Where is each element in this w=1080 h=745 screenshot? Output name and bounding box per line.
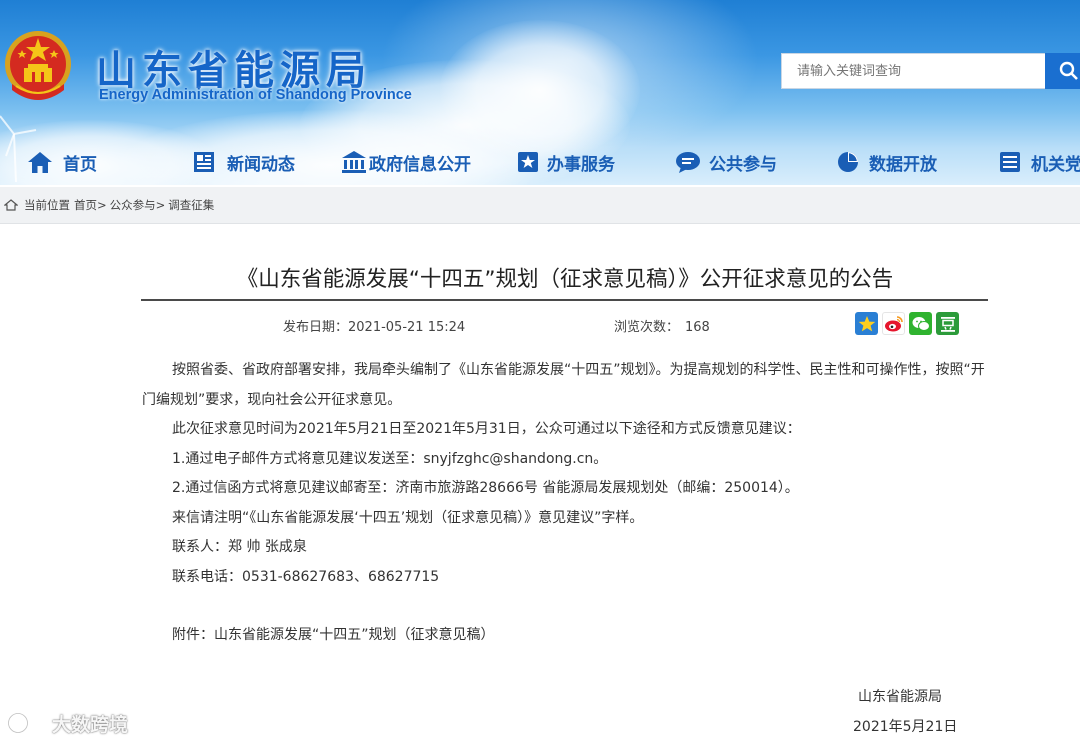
- government-building-icon: [341, 149, 367, 175]
- nav-item-services[interactable]: 办事服务: [515, 148, 615, 176]
- site-subtitle: Energy Administration of Shandong Provin…: [99, 87, 412, 103]
- nav-item-open-data[interactable]: 数据开放: [835, 148, 937, 176]
- breadcrumb-item-survey[interactable]: 调查征集: [168, 197, 214, 213]
- nav-label: 政府信息公开: [369, 154, 471, 175]
- breadcrumb-separator: >: [155, 198, 166, 212]
- article-body: 按照省委、省政府部署安排，我局牵头编制了《山东省能源发展“十四五”规划》。为提高…: [142, 356, 994, 651]
- home-small-icon: [4, 199, 18, 211]
- article-paragraph: 2.通过信函方式将意见建议邮寄至：济南市旅游路28666号 省能源局发展规划处（…: [172, 480, 799, 496]
- watermark: 大数跨境: [8, 708, 128, 738]
- article-paragraph: 1.通过电子邮件方式将意见建议发送至：snyjfzghc@shandong.cn…: [172, 450, 608, 467]
- view-count-label: 浏览次数：: [614, 320, 680, 335]
- share-toolbar: [855, 312, 959, 336]
- article-paragraph: 此次征求意见时间为2021年5月21日至2021年5月31日，公众可通过以下途径…: [172, 421, 801, 437]
- service-icon: [515, 149, 541, 175]
- pie-chart-icon: [835, 149, 861, 175]
- nav-label: 首页: [63, 154, 97, 175]
- home-icon: [27, 149, 53, 175]
- search-icon: [1059, 61, 1078, 80]
- nav-label: 新闻动态: [227, 154, 295, 175]
- national-emblem-icon: [5, 31, 71, 100]
- view-count: 浏览次数： 168: [614, 316, 710, 335]
- nav-item-home[interactable]: 首页: [27, 148, 97, 176]
- article-paragraph: 来信请注明“《山东省能源发展‘十四五’规划（征求意见稿）》意见建议”字样。: [172, 509, 644, 526]
- article-paragraph: 联系电话：0531-68627683、68627715: [172, 568, 440, 585]
- breadcrumb: 当前位置 首页 > 公众参与 > 调查征集: [0, 187, 1080, 224]
- qzone-star-icon[interactable]: [855, 312, 878, 335]
- nav-item-gov-info[interactable]: 政府信息公开: [341, 148, 471, 176]
- party-icon: [997, 149, 1023, 175]
- search-input[interactable]: [781, 53, 1046, 89]
- breadcrumb-separator: >: [97, 198, 107, 212]
- publish-date: 发布日期：2021-05-21 15:24: [283, 316, 465, 335]
- nav-item-public-participation[interactable]: 公共参与: [675, 148, 777, 176]
- breadcrumb-item-public-participation[interactable]: 公众参与: [110, 197, 156, 213]
- signature-organization: 山东省能源局: [858, 689, 942, 705]
- nav-item-news[interactable]: 新闻动态: [191, 148, 295, 176]
- nav-label: 机关党: [1031, 154, 1080, 175]
- title-divider: [141, 299, 988, 301]
- signature-date: 2021年5月21日: [853, 719, 958, 735]
- breadcrumb-prefix: 当前位置: [24, 198, 70, 212]
- nav-label: 公共参与: [709, 154, 777, 175]
- watermark-logo-icon: [8, 712, 45, 733]
- publish-date-label: 发布日期：: [283, 320, 349, 335]
- attachment-link[interactable]: 附件：山东省能源发展“十四五”规划（征求意见稿）: [142, 621, 994, 651]
- nav-label: 数据开放: [869, 154, 937, 175]
- weibo-icon[interactable]: [882, 312, 905, 335]
- nav-label: 办事服务: [547, 154, 615, 175]
- watermark-text: 大数跨境: [52, 713, 129, 736]
- article-paragraph: 按照省委、省政府部署安排，我局牵头编制了《山东省能源发展“十四五”规划》。为提高…: [142, 362, 985, 408]
- view-count-value: 168: [685, 320, 710, 335]
- search-button[interactable]: [1045, 53, 1080, 89]
- news-icon: [191, 149, 217, 175]
- nav-item-party[interactable]: 机关党: [997, 148, 1080, 176]
- article-paragraph: 联系人：郑 帅 张成泉: [172, 539, 307, 555]
- chat-bubble-icon: [675, 149, 701, 175]
- publish-date-value: 2021-05-21 15:24: [348, 320, 466, 335]
- site-header: 山东省能源局 Energy Administration of Shandong…: [0, 0, 1080, 185]
- douban-icon[interactable]: [936, 312, 959, 335]
- article-title: 《山东省能源发展“十四五”规划（征求意见稿）》公开征求意见的公告: [236, 267, 894, 292]
- wechat-icon[interactable]: [909, 312, 932, 335]
- main-navigation: 首页 新闻动态 政府信息公开 办事服务 公共参与 数据开放 机关党: [0, 143, 1080, 181]
- breadcrumb-item-home[interactable]: 首页: [74, 197, 97, 213]
